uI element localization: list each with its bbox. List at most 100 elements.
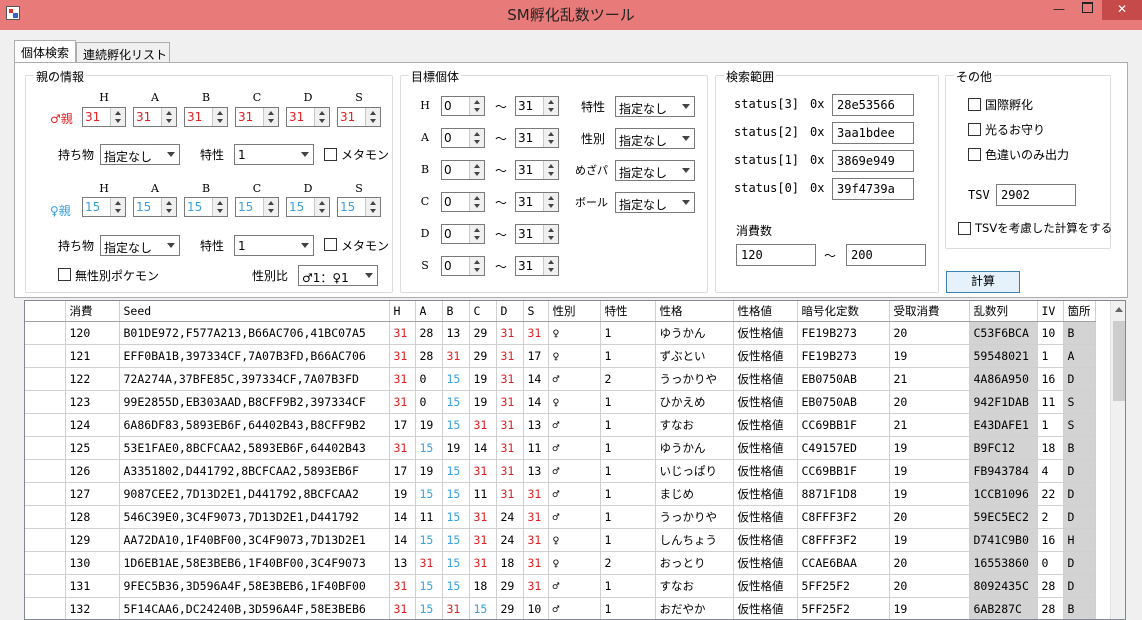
cell-H[interactable]: 17 [389,413,416,437]
cell-乱数列[interactable]: 59EC5EC2 [969,505,1038,529]
target-min-h-arrows[interactable] [469,97,484,115]
cell-B[interactable]: 19 [442,436,470,460]
cell-受取消費[interactable]: 19 [889,482,970,506]
target-max-b-arrows[interactable] [543,161,558,179]
cell-Seed[interactable]: B01DE972,F577A213,B66AC706,41BC07A5 [119,321,390,345]
cell-H[interactable]: 31 [389,390,416,414]
cell-A[interactable]: 15 [415,528,443,552]
cell-消費[interactable]: 129 [65,528,120,552]
cell-B[interactable]: 15 [442,459,470,483]
target-min-c-arrows[interactable] [469,193,484,211]
cell-乱数列[interactable]: C53F6BCA [969,321,1038,345]
target-max-d-arrows[interactable] [543,225,558,243]
target-max-a-arrows[interactable] [543,129,558,147]
cell-箇所[interactable]: D [1063,551,1096,575]
cell-D[interactable]: 31 [496,413,524,437]
status-input-2[interactable]: 3869e949 [832,150,914,172]
table-row[interactable]: 130 1D6EB1AE,58E3BEB6,1F40BF00,3C4F9073 13… [25,551,1096,575]
cell-Seed[interactable]: 99E2855D,EB303AAD,B8CFF9B2,397334CF [119,390,390,414]
shiny-only-checkbox[interactable] [968,148,981,161]
cell-C[interactable]: 31 [469,413,497,437]
cell-IV[interactable]: 10 [1037,321,1064,345]
cell-特性[interactable]: 1 [600,390,656,414]
row-header[interactable] [25,344,66,368]
cell-箇所[interactable]: S [1063,390,1096,414]
cell-性格[interactable]: ゆうかん [655,436,734,460]
cell-D[interactable]: 31 [496,459,524,483]
cell-H[interactable]: 31 [389,344,416,368]
cell-D[interactable]: 31 [496,436,524,460]
cell-S[interactable]: 13 [523,413,549,437]
cell-B[interactable]: 15 [442,551,470,575]
row-header[interactable] [25,528,66,552]
female-iv-s-arrows[interactable] [365,198,380,216]
cell-D[interactable]: 31 [496,367,524,391]
cell-S[interactable]: 31 [523,321,549,345]
cell-乱数列[interactable]: E43DAFE1 [969,413,1038,437]
male-iv-c[interactable]: 31 [235,107,279,127]
cell-性格値[interactable]: 仮性格値 [733,459,798,483]
cell-C[interactable]: 15 [469,597,497,619]
status-input-0[interactable]: 28e53566 [832,94,914,116]
cell-D[interactable]: 29 [496,597,524,619]
cell-H[interactable]: 14 [389,505,416,529]
table-row[interactable]: 131 9FEC5B36,3D596A4F,58E3BEB6,1F40BF00 31… [25,574,1096,598]
male-iv-c-arrows[interactable] [263,108,278,126]
row-header[interactable] [25,459,66,483]
cell-性格[interactable]: おっとり [655,551,734,575]
female-ditto-checkbox[interactable] [324,238,337,251]
cell-S[interactable]: 10 [523,597,549,619]
cell-特性[interactable]: 1 [600,459,656,483]
cell-消費[interactable]: 131 [65,574,120,598]
cell-C[interactable]: 18 [469,574,497,598]
male-iv-s-arrows[interactable] [365,108,380,126]
row-header[interactable] [25,367,66,391]
cell-IV[interactable]: 28 [1037,597,1064,619]
table-row[interactable]: 125 53E1FAE0,8BCFCAA2,5893EB6F,64402B43 31… [25,436,1096,460]
cell-B[interactable]: 31 [442,597,470,619]
cell-消費[interactable]: 128 [65,505,120,529]
table-row[interactable]: 124 6A86DF83,5893EB6F,64402B43,B8CFF9B2 17… [25,413,1096,437]
cell-C[interactable]: 14 [469,436,497,460]
cell-暗号化定数[interactable]: 5FF25F2 [797,574,890,598]
cell-性格値[interactable]: 仮性格値 [733,597,798,619]
cell-乱数列[interactable]: 1CCB1096 [969,482,1038,506]
cell-Seed[interactable]: 1D6EB1AE,58E3BEB6,1F40BF00,3C4F9073 [119,551,390,575]
cell-A[interactable]: 19 [415,459,443,483]
cell-特性[interactable]: 2 [600,367,656,391]
cell-性格[interactable]: うっかりや [655,367,734,391]
column-header-5[interactable]: B [442,301,470,322]
cell-C[interactable]: 31 [469,551,497,575]
cell-性格値[interactable]: 仮性格値 [733,482,798,506]
female-iv-a[interactable]: 15 [133,197,177,217]
cell-乱数列[interactable]: FB943784 [969,459,1038,483]
cell-C[interactable]: 31 [469,528,497,552]
cell-暗号化定数[interactable]: C49157ED [797,436,890,460]
cell-消費[interactable]: 121 [65,344,120,368]
cell-D[interactable]: 29 [496,574,524,598]
charm-checkbox[interactable] [968,123,981,136]
cell-受取消費[interactable]: 19 [889,459,970,483]
cell-H[interactable]: 14 [389,528,416,552]
cell-性格[interactable]: うっかりや [655,505,734,529]
cell-受取消費[interactable]: 20 [889,551,970,575]
column-header-12[interactable]: 性格値 [733,301,798,322]
cell-受取消費[interactable]: 20 [889,574,970,598]
cell-A[interactable]: 31 [415,551,443,575]
cell-消費[interactable]: 132 [65,597,120,619]
cell-A[interactable]: 15 [415,574,443,598]
cell-性別[interactable]: ♂ [548,597,601,619]
genderless-checkbox[interactable] [58,268,71,281]
cell-特性[interactable]: 1 [600,597,656,619]
cell-S[interactable]: 14 [523,367,549,391]
row-header[interactable] [25,551,66,575]
cell-性格値[interactable]: 仮性格値 [733,436,798,460]
cell-H[interactable]: 31 [389,367,416,391]
cell-Seed[interactable]: A3351802,D441792,8BCFCAA2,5893EB6F [119,459,390,483]
cell-B[interactable]: 15 [442,574,470,598]
cell-性格値[interactable]: 仮性格値 [733,367,798,391]
cell-性別[interactable]: ♂ [548,459,601,483]
cell-S[interactable]: 11 [523,436,549,460]
male-iv-a[interactable]: 31 [133,107,177,127]
cell-B[interactable]: 15 [442,482,470,506]
